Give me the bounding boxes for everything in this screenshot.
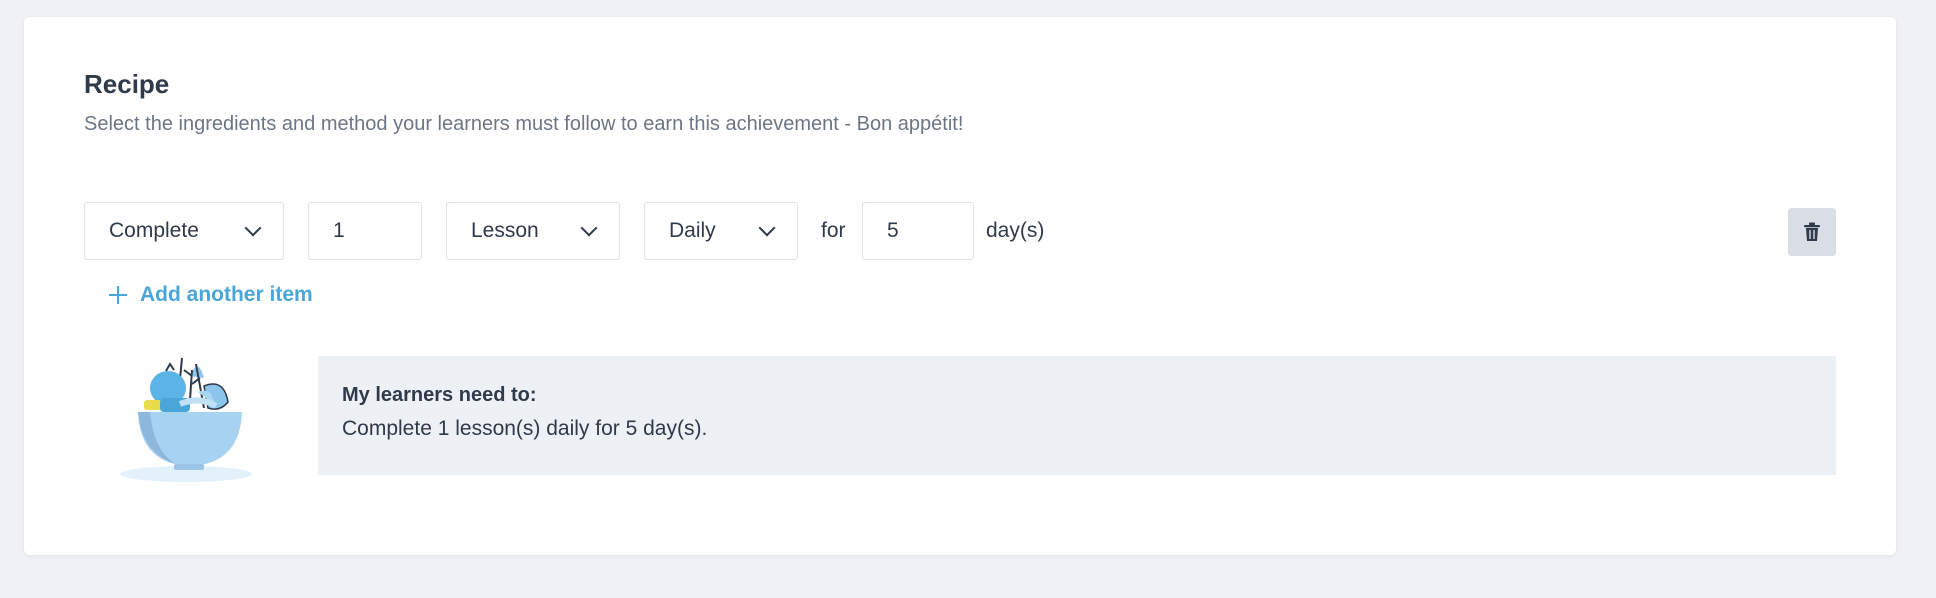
summary-panel: My learners need to: Complete 1 lesson(s… (318, 356, 1836, 475)
plus-icon (109, 286, 127, 304)
count-input[interactable]: 1 (308, 202, 422, 260)
days-unit-label: day(s) (986, 219, 1045, 242)
section-subtitle: Select the ingredients and method your l… (84, 113, 964, 135)
trash-icon (1804, 222, 1820, 241)
summary-text: Complete 1 lesson(s) daily for 5 day(s). (342, 417, 708, 440)
days-input-value: 5 (887, 219, 899, 242)
delete-item-button[interactable] (1788, 208, 1836, 256)
action-select[interactable]: Complete (84, 202, 284, 260)
for-label: for (821, 219, 846, 242)
days-input[interactable]: 5 (862, 202, 974, 260)
chevron-down-icon (244, 219, 262, 237)
add-another-item-button[interactable]: Add another item (108, 279, 313, 311)
count-input-value: 1 (333, 219, 345, 242)
action-select-value: Complete (109, 219, 199, 242)
type-select-value: Lesson (471, 219, 539, 242)
type-select[interactable]: Lesson (446, 202, 620, 260)
section-title: Recipe (84, 69, 170, 99)
frequency-select[interactable]: Daily (644, 202, 798, 260)
summary-heading: My learners need to: (342, 384, 537, 406)
add-another-item-label: Add another item (140, 283, 313, 306)
chevron-down-icon (580, 219, 598, 237)
recipe-card: Recipe Select the ingredients and method… (24, 17, 1896, 555)
chevron-down-icon (758, 219, 776, 237)
recipe-bowl-illustration (120, 357, 252, 482)
frequency-select-value: Daily (669, 219, 716, 242)
